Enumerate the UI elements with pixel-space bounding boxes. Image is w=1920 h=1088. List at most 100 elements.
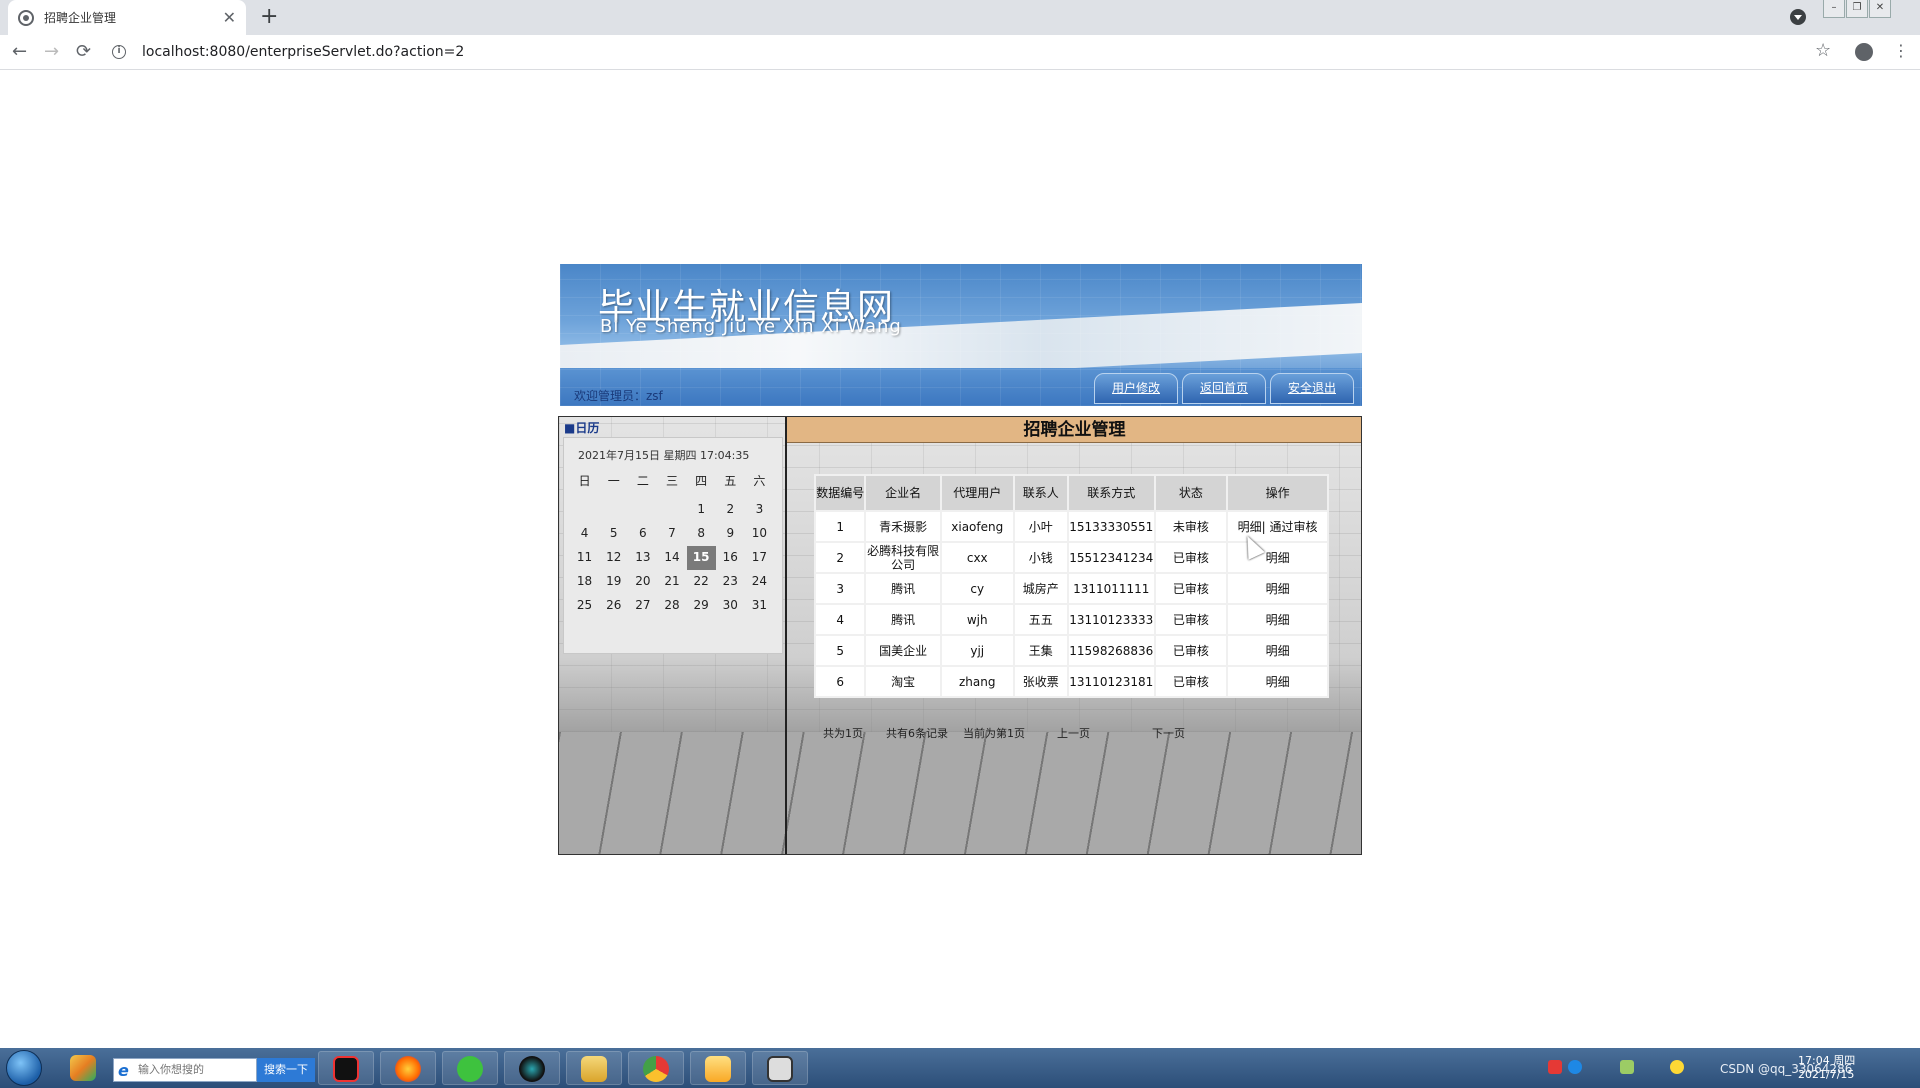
- pager-next-link[interactable]: 下一页: [1152, 725, 1185, 741]
- calendar-day[interactable]: 21: [657, 570, 686, 594]
- pager-prev-link[interactable]: 上一页: [1057, 725, 1090, 741]
- calendar-day[interactable]: 28: [657, 594, 686, 618]
- calendar-day[interactable]: 20: [628, 570, 657, 594]
- new-tab-button[interactable]: +: [260, 4, 278, 29]
- back-button[interactable]: ←: [12, 41, 27, 62]
- cell-ops: 明细: [1226, 572, 1329, 605]
- profile-icon[interactable]: [1855, 43, 1873, 61]
- calendar-day[interactable]: 31: [745, 594, 774, 618]
- calendar-day: [628, 498, 657, 522]
- detail-link[interactable]: 明细: [1266, 551, 1290, 565]
- pager-total-pages: 共为1页: [823, 727, 863, 740]
- cell-id: 5: [813, 634, 867, 667]
- close-icon[interactable]: ✕: [223, 8, 236, 27]
- chrome-icon[interactable]: [628, 1051, 684, 1085]
- cell-id: 4: [813, 603, 867, 636]
- detail-link[interactable]: 明细: [1266, 582, 1290, 596]
- cell-id: 3: [813, 572, 867, 605]
- calendar-day: [599, 498, 628, 522]
- clock-date[interactable]: 2021/7/15: [1798, 1068, 1854, 1081]
- cell-contact: 张收票: [1012, 665, 1069, 698]
- url-text[interactable]: localhost:8080/enterpriseServlet.do?acti…: [142, 44, 464, 60]
- calendar-day[interactable]: 8: [687, 522, 716, 546]
- taskbar-search-input[interactable]: [138, 1063, 248, 1076]
- calendar-day[interactable]: 25: [570, 594, 599, 618]
- taskbar-search-box[interactable]: e: [113, 1058, 257, 1082]
- reload-button[interactable]: ⟳: [76, 41, 91, 62]
- browser-toolbar: ← → ⟳ i localhost:8080/enterpriseServlet…: [0, 35, 1920, 70]
- col-header-contact: 联系人: [1012, 474, 1069, 512]
- calendar-day[interactable]: 22: [687, 570, 716, 594]
- approve-link[interactable]: 通过审核: [1270, 520, 1318, 534]
- forward-button[interactable]: →: [44, 41, 59, 62]
- cell-contact: 小叶: [1012, 510, 1069, 543]
- app-icon-dark[interactable]: [504, 1051, 560, 1085]
- detail-link[interactable]: 明细: [1266, 613, 1290, 627]
- calendar-day[interactable]: 19: [599, 570, 628, 594]
- minimize-button[interactable]: –: [1823, 0, 1845, 18]
- calendar-day-today[interactable]: 15: [686, 546, 716, 570]
- site-container: 毕业生就业信息网 Bi Ye Sheng Jiu Ye Xin Xi Wang …: [558, 264, 1362, 855]
- detail-link[interactable]: 明细: [1238, 520, 1262, 534]
- cell-ops: 明细: [1226, 634, 1329, 667]
- calendar-day[interactable]: 13: [628, 546, 657, 570]
- calendar-day[interactable]: 6: [628, 522, 657, 546]
- os-taskbar: e 搜索一下 CSDN @qq_33064286 17:04 周四 2021/7…: [0, 1048, 1920, 1088]
- firefox-icon[interactable]: [380, 1051, 436, 1085]
- calendar-day[interactable]: 16: [716, 546, 745, 570]
- browser-tabbar: 招聘企业管理 ✕ + – ❐ ✕: [0, 0, 1920, 35]
- detail-link[interactable]: 明细: [1266, 644, 1290, 658]
- browser-menu-icon[interactable]: ⋮: [1893, 41, 1909, 60]
- calendar-day[interactable]: 26: [599, 594, 628, 618]
- intellij-icon[interactable]: [318, 1051, 374, 1085]
- calendar-day[interactable]: 29: [687, 594, 716, 618]
- calendar-weekday: 三: [665, 474, 678, 488]
- calendar-day[interactable]: 3: [745, 498, 774, 522]
- detail-link[interactable]: 明细: [1266, 675, 1290, 689]
- calendar-day[interactable]: 4: [570, 522, 599, 546]
- calendar-day[interactable]: 23: [716, 570, 745, 594]
- user-edit-button[interactable]: 用户修改: [1094, 373, 1178, 404]
- calendar-day[interactable]: 5: [599, 522, 628, 546]
- window-close-button[interactable]: ✕: [1869, 0, 1891, 18]
- calendar-day[interactable]: 12: [599, 546, 628, 570]
- calendar-day[interactable]: 17: [745, 546, 774, 570]
- help-icon[interactable]: [1568, 1060, 1582, 1074]
- calendar-day[interactable]: 11: [570, 546, 599, 570]
- cell-status: 已审核: [1153, 572, 1229, 605]
- pager-total-records: 共有6条记录: [886, 727, 948, 740]
- battery-icon[interactable]: [1620, 1060, 1634, 1074]
- app-icon-folders[interactable]: [56, 1051, 112, 1085]
- table-row: 4 腾讯 wjh 五五 13110123333 已审核 明细: [813, 603, 1329, 636]
- address-bar[interactable]: i localhost:8080/enterpriseServlet.do?ac…: [108, 39, 1838, 66]
- calendar-day[interactable]: 2: [716, 498, 745, 522]
- ops-separator: |: [1261, 519, 1270, 534]
- restore-button[interactable]: ❐: [1846, 0, 1868, 18]
- logout-button[interactable]: 安全退出: [1270, 373, 1354, 404]
- calendar-day[interactable]: 1: [687, 498, 716, 522]
- bookmark-star-icon[interactable]: ☆: [1815, 40, 1831, 61]
- cell-id: 1: [813, 510, 867, 543]
- calendar-day[interactable]: 30: [716, 594, 745, 618]
- taskbar-search-button[interactable]: 搜索一下: [257, 1058, 315, 1082]
- clock-time[interactable]: 17:04 周四: [1798, 1052, 1855, 1068]
- sogou-icon[interactable]: [1548, 1060, 1562, 1074]
- wechat-icon[interactable]: [442, 1051, 498, 1085]
- calendar-week-row: 18 19 20 21 22 23 24: [570, 570, 774, 594]
- start-button[interactable]: [6, 1050, 42, 1086]
- app-icon-window[interactable]: [752, 1051, 808, 1085]
- calendar-day[interactable]: 7: [657, 522, 686, 546]
- calendar-day[interactable]: 14: [657, 546, 686, 570]
- calendar-day[interactable]: 24: [745, 570, 774, 594]
- tray-app-icon[interactable]: [1670, 1060, 1684, 1074]
- calendar-day[interactable]: 10: [745, 522, 774, 546]
- calendar-day[interactable]: 9: [716, 522, 745, 546]
- calendar-day[interactable]: 27: [628, 594, 657, 618]
- calendar-day[interactable]: 18: [570, 570, 599, 594]
- home-button[interactable]: 返回首页: [1182, 373, 1266, 404]
- info-icon[interactable]: i: [112, 45, 126, 59]
- browser-tab[interactable]: 招聘企业管理 ✕: [8, 0, 246, 35]
- folder-icon[interactable]: [690, 1051, 746, 1085]
- tab-search-icon[interactable]: [1790, 9, 1806, 25]
- file-explorer-icon[interactable]: [566, 1051, 622, 1085]
